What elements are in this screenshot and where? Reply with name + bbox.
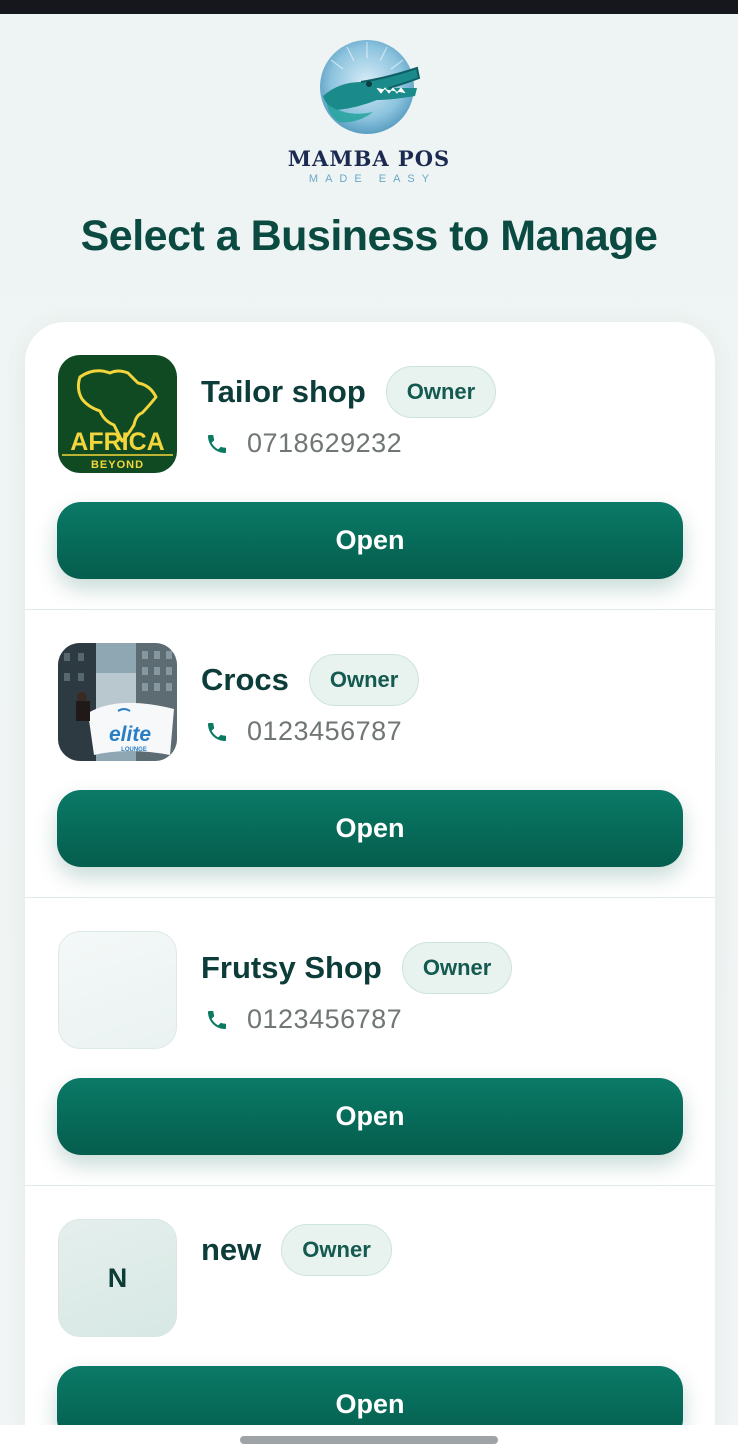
business-name: Tailor shop bbox=[201, 374, 366, 409]
phone-number: 0123456787 bbox=[247, 1004, 403, 1034]
business-logo: elite LOUNGE bbox=[58, 643, 177, 761]
role-badge: Owner bbox=[401, 942, 513, 994]
phone-icon bbox=[208, 434, 226, 453]
business-header: Frutsy Shop Owner bbox=[201, 942, 513, 994]
business-select-screen: MAMBA POS MADE EASY Select a Business to… bbox=[0, 0, 738, 1455]
brand-header: MAMBA POS MADE EASY bbox=[0, 38, 738, 185]
business-logo-placeholder bbox=[58, 931, 177, 1049]
open-business-button[interactable]: Open bbox=[57, 1366, 683, 1432]
brand-tagline: MADE EASY bbox=[308, 173, 437, 185]
business-initial-avatar: N bbox=[58, 1219, 177, 1337]
role-badge: Owner bbox=[308, 654, 420, 706]
business-phone: 0718629232 bbox=[205, 428, 402, 459]
business-name: Frutsy Shop bbox=[201, 950, 382, 985]
role-badge: Owner bbox=[385, 366, 497, 418]
status-bar bbox=[0, 0, 738, 14]
phone-number: 0718629232 bbox=[247, 428, 403, 458]
business-list: AFRICA BEYOND Tailor shop Owner 07186292… bbox=[25, 322, 715, 1432]
business-logo: AFRICA BEYOND bbox=[58, 355, 177, 473]
business-item: Frutsy Shop Owner 0123456787 Open bbox=[25, 898, 715, 1186]
phone-icon bbox=[208, 1010, 226, 1029]
business-header: Tailor shop Owner bbox=[201, 366, 497, 418]
page-title: Select a Business to Manage bbox=[80, 212, 658, 260]
business-item: N new Owner Open bbox=[25, 1186, 715, 1432]
business-item: elite LOUNGE Crocs Owner 0123456787 Open bbox=[25, 610, 715, 898]
open-business-button[interactable]: Open bbox=[57, 502, 683, 579]
business-header: Crocs Owner bbox=[201, 654, 420, 706]
business-item: AFRICA BEYOND Tailor shop Owner 07186292… bbox=[25, 322, 715, 610]
brand-name: MAMBA POS bbox=[287, 146, 451, 171]
crocodile-logo-icon bbox=[320, 40, 421, 134]
logo-subtext: LOUNGE bbox=[121, 747, 147, 753]
city-photo-icon: elite LOUNGE bbox=[58, 643, 177, 761]
business-phone: 0123456787 bbox=[205, 716, 402, 747]
open-business-button[interactable]: Open bbox=[57, 790, 683, 867]
business-header: new Owner bbox=[201, 1224, 392, 1276]
phone-icon bbox=[208, 722, 226, 741]
home-indicator[interactable] bbox=[240, 1436, 498, 1444]
business-phone: 0123456787 bbox=[205, 1004, 402, 1035]
phone-number: 0123456787 bbox=[247, 716, 403, 746]
africa-map-icon: AFRICA BEYOND bbox=[58, 355, 177, 473]
business-name: new bbox=[201, 1232, 262, 1267]
logo-text: AFRICA bbox=[70, 428, 164, 456]
open-business-button[interactable]: Open bbox=[57, 1078, 683, 1155]
role-badge: Owner bbox=[281, 1224, 392, 1276]
business-name: Crocs bbox=[201, 662, 289, 697]
logo-text: elite bbox=[109, 723, 151, 746]
logo-subtext: BEYOND bbox=[91, 459, 144, 471]
